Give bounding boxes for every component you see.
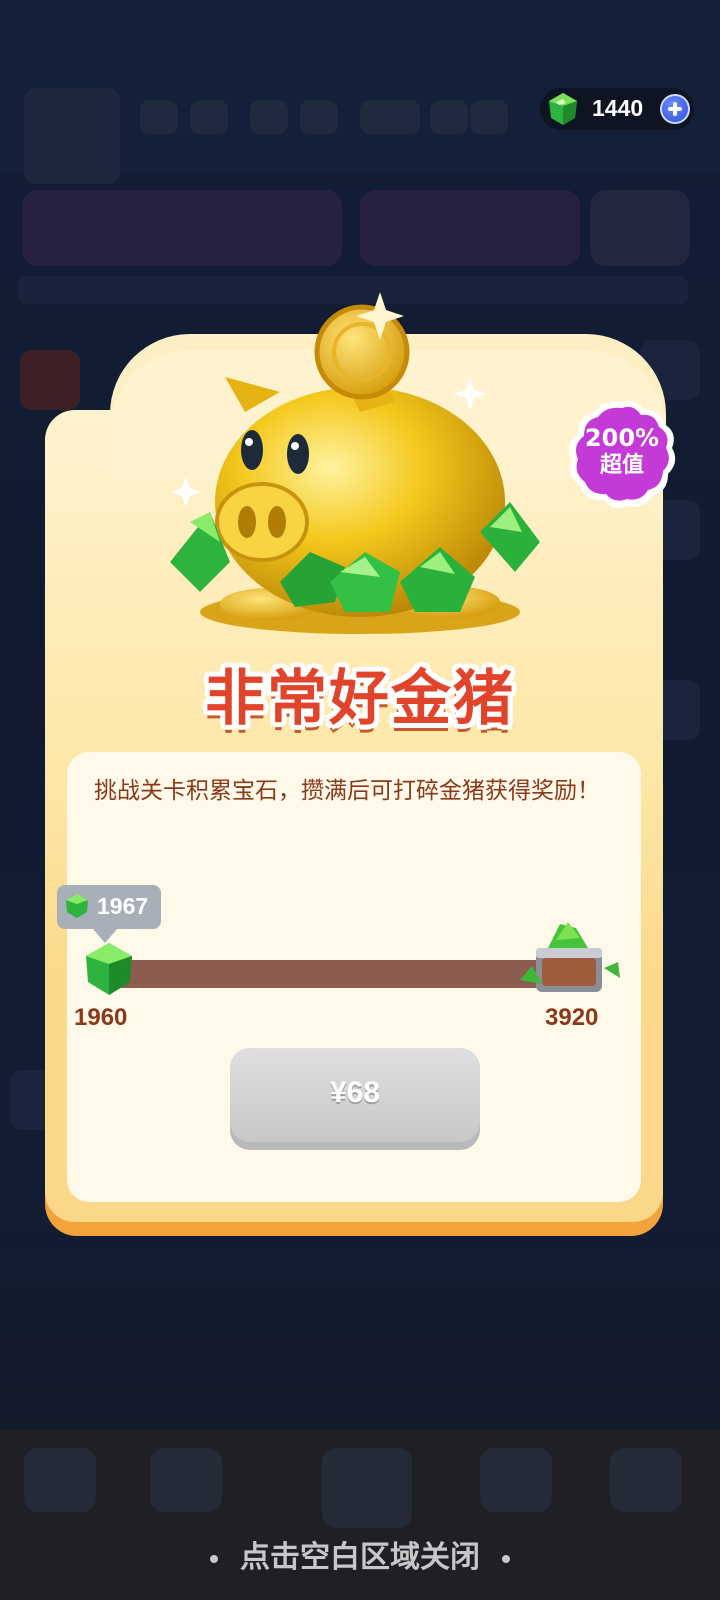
popup-title: 非常好金猪: [205, 664, 515, 734]
close-hint[interactable]: 点击空白区域关闭: [0, 1532, 720, 1576]
golden-piggy-icon: [170, 292, 540, 634]
progress-min-label: 1960: [74, 1004, 128, 1031]
purchase-button[interactable]: ¥68: [230, 1048, 480, 1150]
progress-bar: [112, 960, 542, 988]
gem-chest-icon: [520, 922, 620, 992]
progress-max-label: 3920: [545, 1004, 599, 1031]
purchase-price: ¥68: [329, 1076, 381, 1109]
hint-dot: [210, 1554, 218, 1563]
gem-icon: [66, 894, 88, 918]
close-hint-text: 点击空白区域关闭: [240, 1540, 480, 1575]
current-gems-value: 1967: [97, 893, 149, 919]
popup-description: 挑战关卡积累宝石，攒满后可打碎金猪获得奖励！: [94, 778, 600, 804]
badge-percent: 200%: [584, 424, 660, 452]
gem-icon: [86, 943, 132, 995]
hint-dot: [502, 1554, 510, 1563]
badge-label: 超值: [599, 453, 644, 478]
value-badge: 200% 超值: [566, 424, 678, 480]
golden-piggy-popup: 200% 超值 非常好金猪 挑战关卡积累宝石，攒满后可打碎金猪获得奖励！ 196…: [0, 0, 720, 1600]
current-gems-tag: 1967: [57, 885, 161, 943]
